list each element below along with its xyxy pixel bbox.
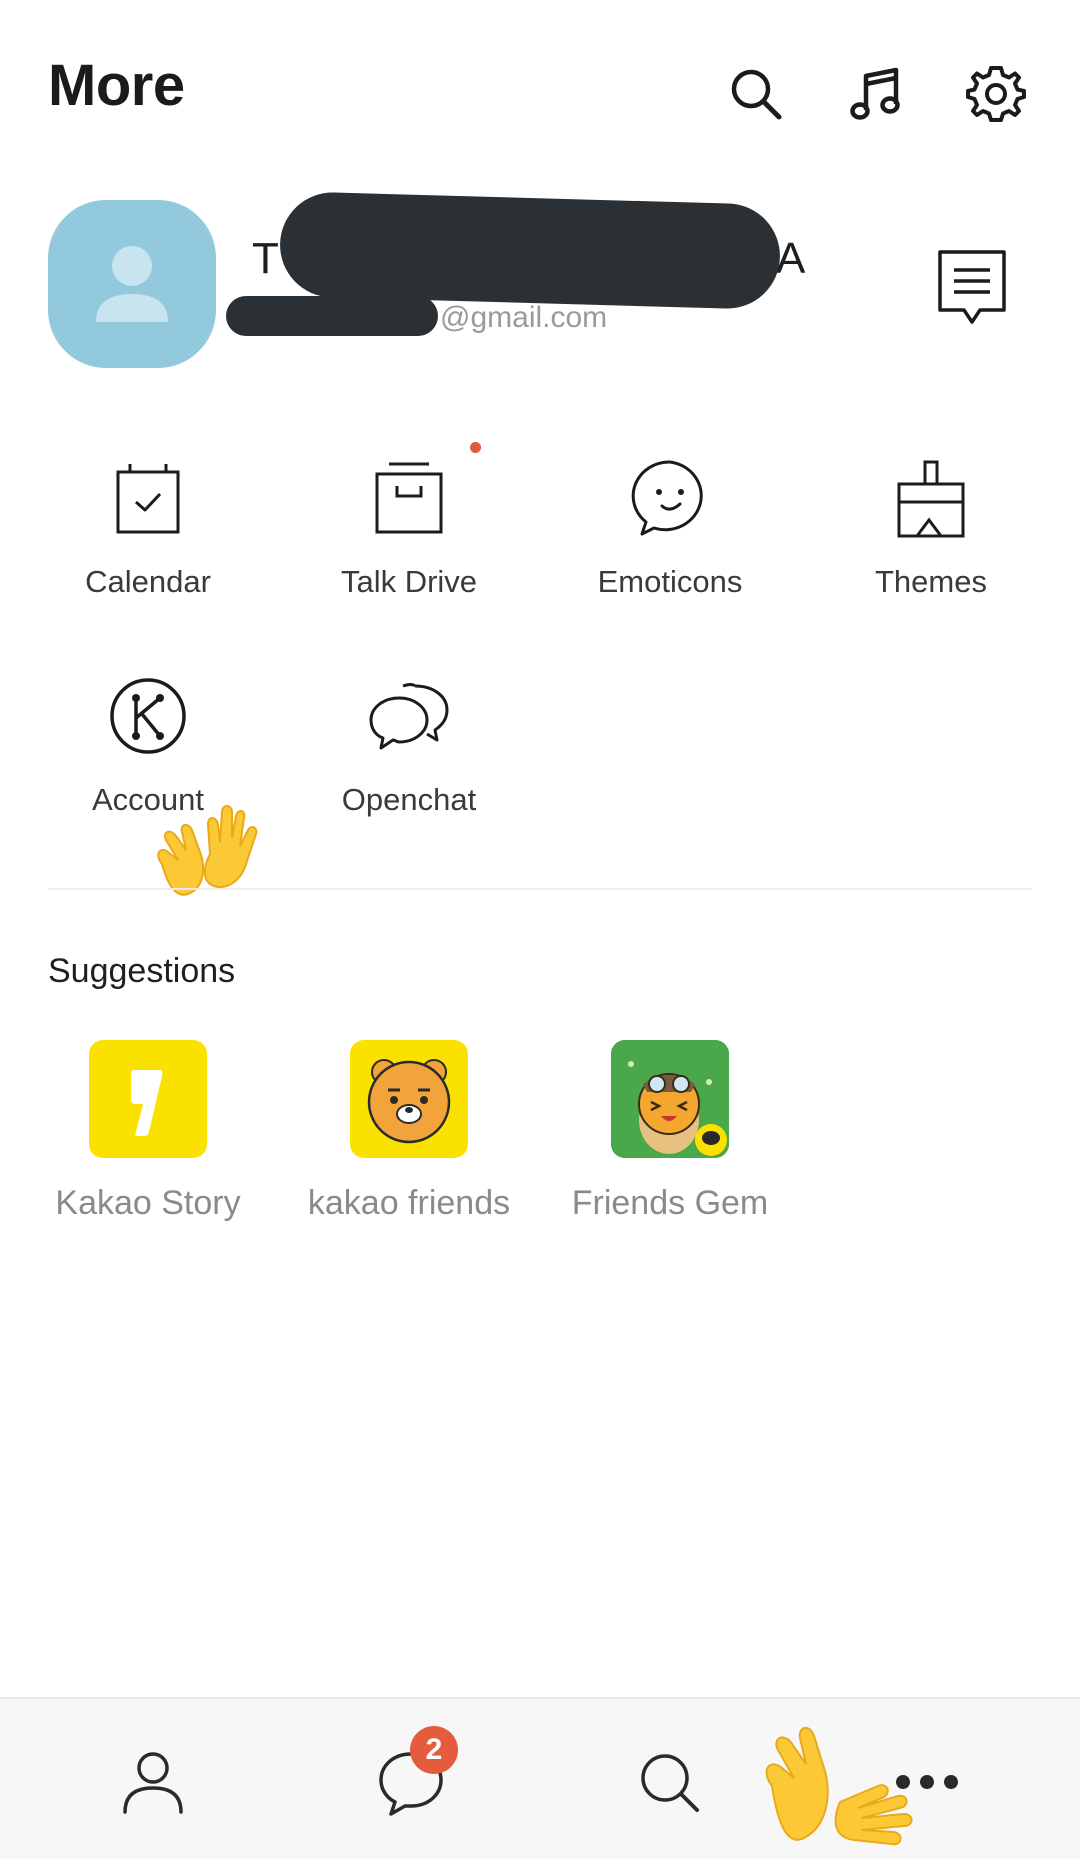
nav-more[interactable]	[877, 1742, 977, 1822]
grid-item-calendar[interactable]: Calendar	[23, 458, 273, 600]
page-title: More	[48, 53, 185, 118]
person-icon	[123, 1752, 183, 1814]
kakao-account-icon	[108, 676, 188, 756]
paint-brush-icon	[891, 458, 971, 538]
new-indicator-dot	[470, 442, 481, 453]
person-silhouette-icon	[96, 246, 168, 322]
suggestion-kakao-story[interactable]: Kakao Story	[18, 1040, 278, 1223]
grid-item-label: Calendar	[85, 564, 211, 599]
grid-item-label: Openchat	[341, 782, 477, 817]
grid-item-account[interactable]: Account	[23, 676, 273, 818]
gear-icon	[966, 66, 1026, 122]
friends-gem-app-icon	[611, 1040, 729, 1158]
grid-item-themes[interactable]: Themes	[806, 458, 1056, 600]
kakao-friends-app-icon	[350, 1040, 468, 1158]
grid-item-opencht[interactable]: Openchat	[284, 676, 534, 818]
open-chat-bubbles-icon	[369, 676, 449, 756]
profile-name-end: A	[776, 234, 806, 283]
suggestion-kakao-friends[interactable]: kakao friends	[279, 1040, 539, 1223]
profile-email-domain: @gmail.com	[440, 301, 608, 334]
suggestion-friends-gem[interactable]: Friends Gem	[540, 1040, 800, 1223]
music-button[interactable]	[846, 64, 906, 124]
search-icon	[641, 1754, 699, 1812]
profile-avatar[interactable]	[48, 200, 216, 368]
more-dots-icon	[896, 1775, 958, 1789]
grid-item-emoticons[interactable]: Emoticons	[545, 458, 795, 600]
search-icon	[731, 69, 782, 120]
grid-item-talk-drive[interactable]: Talk Drive	[284, 458, 534, 600]
grid-item-label: Emoticons	[597, 564, 743, 599]
nav-search[interactable]	[619, 1742, 719, 1822]
talk-drive-icon	[369, 458, 449, 538]
suggestion-label: kakao friends	[307, 1184, 511, 1222]
email-redaction	[226, 296, 438, 336]
settings-button[interactable]	[966, 64, 1026, 124]
suggestion-label: Friends Gem	[571, 1184, 769, 1222]
profile-name-start: T	[252, 234, 279, 283]
search-button[interactable]	[726, 64, 786, 124]
message-box-icon	[938, 250, 1006, 324]
nav-friends[interactable]	[103, 1742, 203, 1822]
music-note-icon	[850, 67, 900, 120]
calendar-icon	[108, 458, 188, 538]
status-message-button[interactable]	[936, 248, 1008, 328]
section-divider	[48, 888, 1032, 890]
grid-item-label: Themes	[875, 564, 987, 599]
grid-item-label: Account	[91, 782, 204, 817]
suggestion-label: Kakao Story	[55, 1184, 241, 1222]
suggestions-title: Suggestions	[48, 952, 236, 990]
grid-item-label: Talk Drive	[340, 564, 478, 599]
kakao-story-app-icon	[89, 1040, 207, 1158]
chats-unread-badge: 2	[410, 1726, 458, 1774]
name-redaction	[278, 191, 782, 310]
smiley-icon	[630, 458, 710, 538]
